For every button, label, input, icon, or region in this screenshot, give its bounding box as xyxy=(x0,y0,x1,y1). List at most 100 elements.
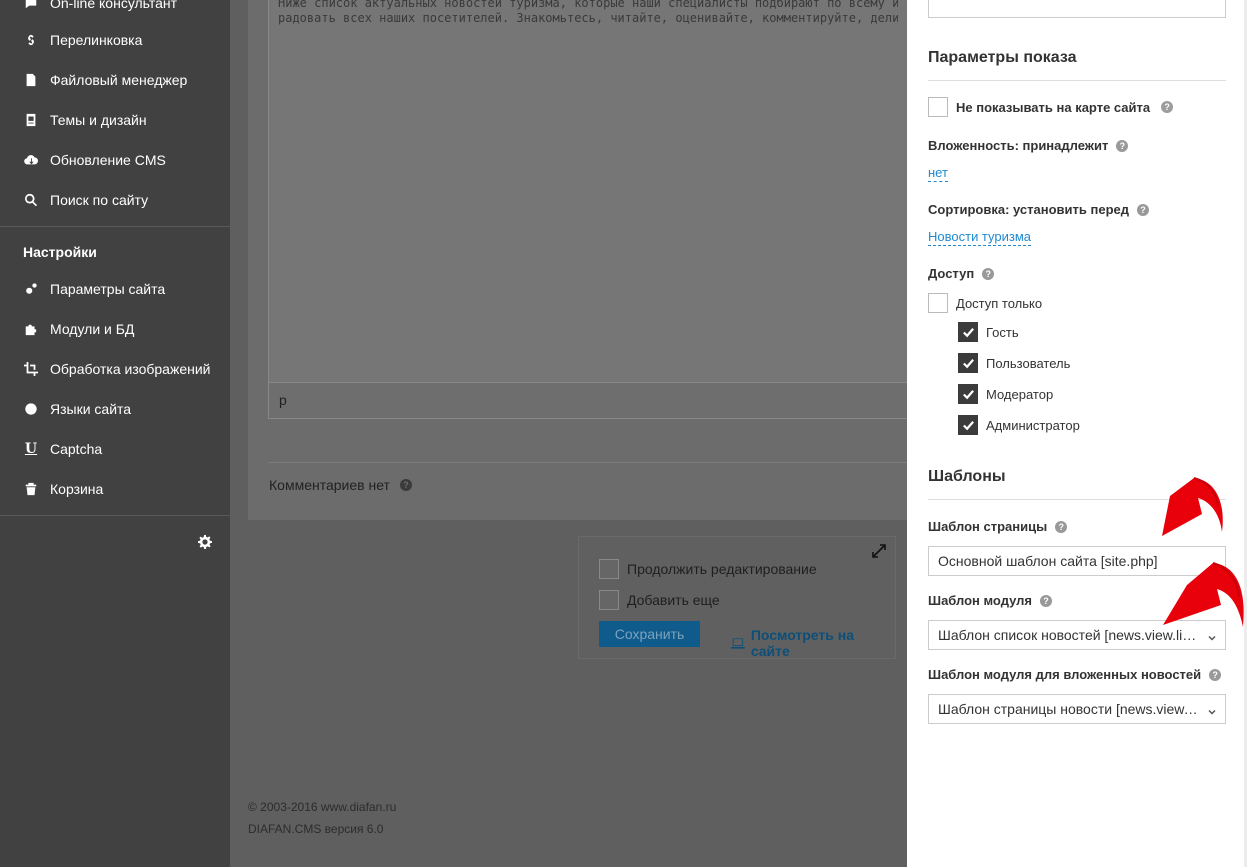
content-card: Ниже список актуальных новостей туризма,… xyxy=(248,0,908,520)
sidebar: On-line консультант Перелинковка Файловы… xyxy=(0,0,230,867)
red-arrow-icon xyxy=(1162,477,1223,536)
nested-template-value: Шаблон страницы новости [news.view.id.ph… xyxy=(938,701,1200,717)
access-only-label: Доступ только xyxy=(956,295,1043,311)
role-label: Модератор xyxy=(986,386,1054,402)
sidebar-item-label: Темы и дизайн xyxy=(50,112,147,128)
expand-icon[interactable] xyxy=(872,544,886,558)
main-content: Ниже список актуальных новостей туризма,… xyxy=(230,0,908,867)
text-input[interactable] xyxy=(928,0,1226,18)
sidebar-settings-gear-icon[interactable] xyxy=(198,535,212,549)
sidebar-item-file-manager[interactable]: Файловый менеджер xyxy=(0,60,230,100)
search-icon xyxy=(23,192,39,208)
access-role-user[interactable]: Пользователь xyxy=(958,353,1070,373)
settings-panel: Параметры показа Не показывать на карте … xyxy=(907,0,1247,867)
hide-sitemap-option[interactable]: Не показывать на карте сайта ? xyxy=(928,97,1174,117)
puzzle-icon xyxy=(23,321,39,337)
role-label: Администратор xyxy=(986,417,1080,433)
link-icon xyxy=(23,32,39,48)
sidebar-item-captcha[interactable]: U Captcha xyxy=(0,429,230,469)
continue-editing-checkbox[interactable] xyxy=(599,559,619,579)
help-icon[interactable]: ? xyxy=(982,267,995,280)
sidebar-item-label: Файловый менеджер xyxy=(50,72,188,88)
nesting-label-text: Вложенность: принадлежит xyxy=(928,138,1109,153)
sort-label: Сортировка: установить перед ? xyxy=(928,202,1149,217)
admin-checkbox[interactable] xyxy=(958,415,978,435)
moderator-checkbox[interactable] xyxy=(958,384,978,404)
hide-sitemap-checkbox[interactable] xyxy=(928,97,948,117)
nested-template-select[interactable]: Шаблон страницы новости [news.view.id.ph… xyxy=(928,694,1226,724)
role-label: Гость xyxy=(986,324,1019,340)
sidebar-item-label: Корзина xyxy=(50,481,104,497)
access-role-moderator[interactable]: Модератор xyxy=(958,384,1053,404)
save-button[interactable]: Сохранить xyxy=(599,621,700,647)
sidebar-divider xyxy=(0,226,230,227)
editor-path-bar: p xyxy=(268,382,908,419)
page-template-value: Основной шаблон сайта [site.php] xyxy=(938,553,1158,569)
help-icon[interactable]: ? xyxy=(1040,594,1053,607)
theme-icon xyxy=(23,112,39,128)
sidebar-item-cms-update[interactable]: Обновление CMS xyxy=(0,140,230,180)
red-arrow-icon xyxy=(1163,562,1244,627)
sort-label-text: Сортировка: установить перед xyxy=(928,202,1129,217)
nesting-label: Вложенность: принадлежит ? xyxy=(928,138,1129,153)
access-only-option[interactable]: Доступ только xyxy=(928,293,1042,313)
editor-line: радовать всех наших посетителей. Знакомь… xyxy=(278,11,898,25)
guest-checkbox[interactable] xyxy=(958,322,978,342)
nested-template-label-text: Шаблон модуля для вложенных новостей xyxy=(928,667,1202,682)
divider xyxy=(268,462,908,463)
access-label-text: Доступ xyxy=(928,266,975,281)
help-icon[interactable]: ? xyxy=(1055,520,1068,533)
sidebar-item-trash[interactable]: Корзина xyxy=(0,469,230,509)
continue-editing-option[interactable]: Продолжить редактирование xyxy=(599,559,817,579)
sidebar-item-label: Обработка изображений xyxy=(50,361,211,377)
text-editor[interactable]: Ниже список актуальных новостей туризма,… xyxy=(268,0,908,382)
chat-icon xyxy=(23,0,39,11)
help-icon[interactable]: ? xyxy=(1137,203,1149,216)
access-role-admin[interactable]: Администратор xyxy=(958,415,1080,435)
view-on-site-link[interactable]: Посмотреть на сайте xyxy=(731,627,895,659)
sidebar-item-relinking[interactable]: Перелинковка xyxy=(0,20,230,60)
access-role-guest[interactable]: Гость xyxy=(958,322,1019,342)
sidebar-item-label: Обновление CMS xyxy=(50,152,166,168)
user-checkbox[interactable] xyxy=(958,353,978,373)
help-icon[interactable]: ? xyxy=(1161,101,1174,113)
monitor-icon xyxy=(731,637,745,649)
globe-icon xyxy=(23,401,39,417)
add-more-option[interactable]: Добавить еще xyxy=(599,590,720,610)
sidebar-item-label: Captcha xyxy=(50,441,103,457)
help-icon[interactable]: ? xyxy=(1209,668,1222,681)
sidebar-item-modules-db[interactable]: Модули и БД xyxy=(0,309,230,349)
help-icon[interactable]: ? xyxy=(399,479,412,491)
hide-sitemap-label: Не показывать на карте сайта xyxy=(956,99,1151,115)
sidebar-item-themes[interactable]: Темы и дизайн xyxy=(0,100,230,140)
editor-line: Ниже список актуальных новостей туризма,… xyxy=(278,0,898,10)
sidebar-item-site-params[interactable]: Параметры сайта xyxy=(0,269,230,309)
sidebar-item-label: Перелинковка xyxy=(50,32,143,48)
display-params-title: Параметры показа xyxy=(928,49,1077,66)
module-template-label: Шаблон модуля ? xyxy=(928,593,1053,608)
add-more-checkbox[interactable] xyxy=(599,590,619,610)
nesting-value-link[interactable]: нет xyxy=(928,165,948,182)
sort-value-link[interactable]: Новости туризма xyxy=(928,229,1032,246)
editor-text: Ниже список актуальных новостей туризма,… xyxy=(278,0,898,26)
file-manager-icon xyxy=(23,72,39,88)
help-icon[interactable]: ? xyxy=(1116,139,1129,152)
captcha-icon: U xyxy=(24,441,38,457)
access-label: Доступ ? xyxy=(928,266,995,281)
access-only-checkbox[interactable] xyxy=(928,293,948,313)
chevron-down-icon xyxy=(1207,704,1217,715)
comments-label: Комментариев нет xyxy=(269,477,390,493)
view-on-site-label: Посмотреть на сайте xyxy=(750,627,855,659)
sidebar-divider xyxy=(0,515,230,516)
sidebar-item-image-processing[interactable]: Обработка изображений xyxy=(0,349,230,389)
module-template-label-text: Шаблон модуля xyxy=(928,593,1033,608)
templates-title: Шаблоны xyxy=(928,468,1006,485)
sidebar-item-site-search[interactable]: Поиск по сайту xyxy=(0,180,230,220)
sidebar-item-site-languages[interactable]: Языки сайта xyxy=(0,389,230,429)
copyright: © 2003-2016 www.diafan.ru xyxy=(248,800,397,814)
sidebar-item-label: Параметры сайта xyxy=(50,281,166,297)
nested-template-label: Шаблон модуля для вложенных новостей ? xyxy=(928,667,1222,682)
sidebar-item-label: On-line консультант xyxy=(50,0,178,11)
version: DIAFAN.CMS версия 6.0 xyxy=(248,822,384,836)
sidebar-item-label: Модули и БД xyxy=(50,321,135,337)
